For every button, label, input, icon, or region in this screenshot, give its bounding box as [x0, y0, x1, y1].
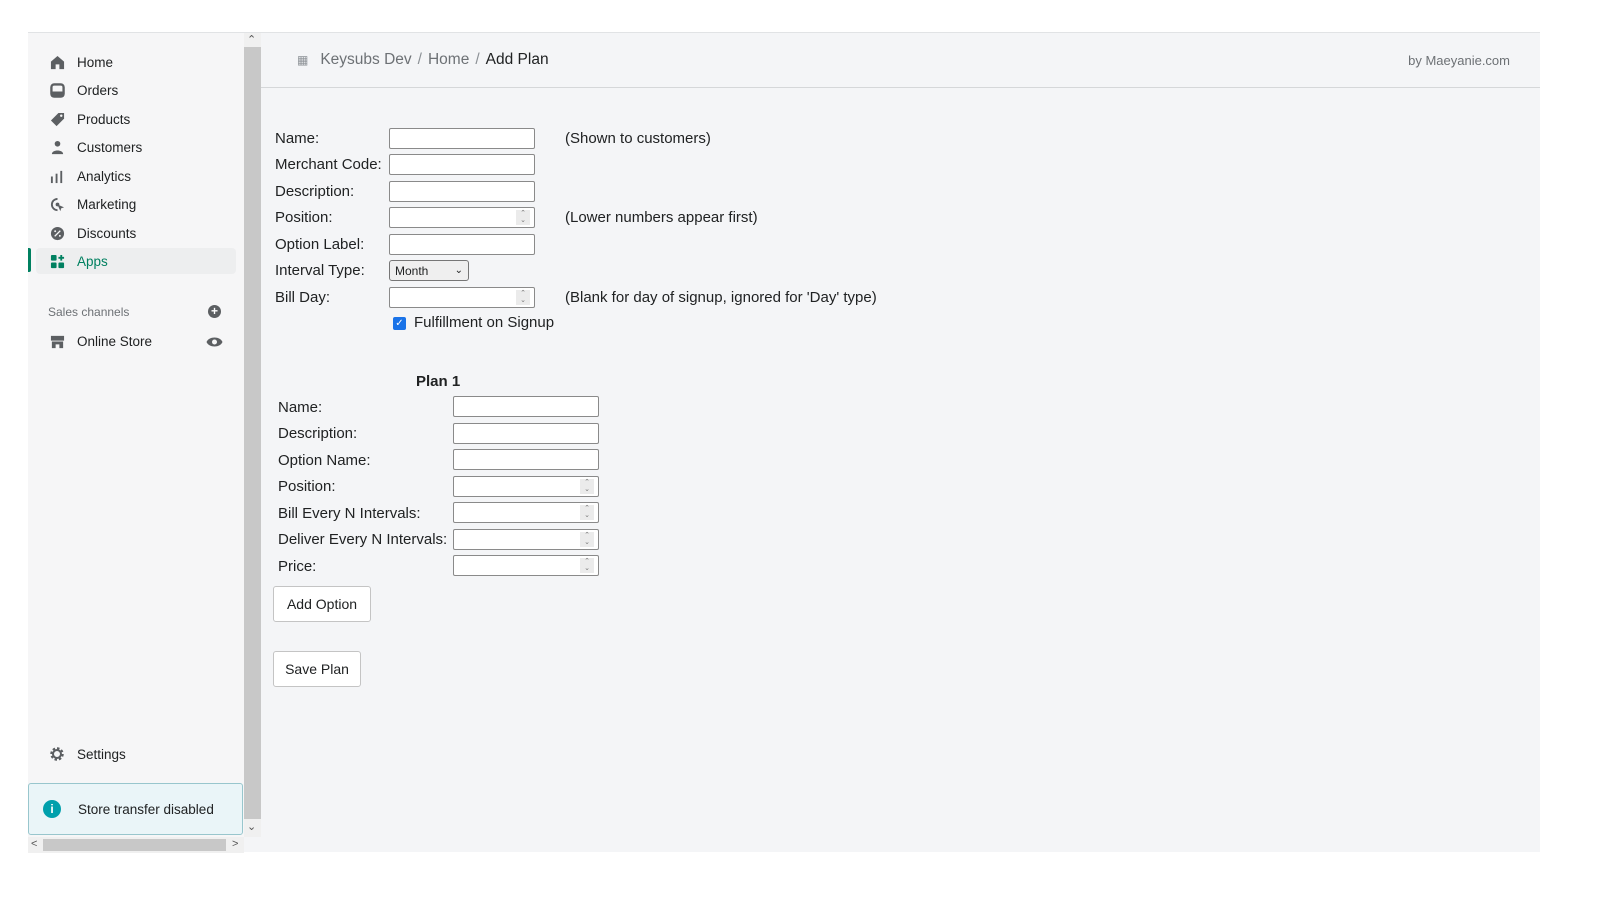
bill-day-hint: (Blank for day of signup, ignored for 'D… — [565, 289, 877, 306]
spinner-icon[interactable]: ⌃ ⌄ — [580, 558, 594, 573]
sidebar-item-discounts[interactable]: Discounts — [36, 220, 236, 246]
chevron-down-icon: ⌄ — [454, 265, 463, 276]
apps-grid-icon: ▦ — [297, 53, 309, 67]
sidebar-item-products[interactable]: Products — [36, 106, 236, 132]
label: Discounts — [77, 225, 137, 241]
bill-day-label: Bill Day: — [275, 289, 331, 306]
active-indicator — [28, 248, 31, 272]
plan-title: Plan 1 — [416, 373, 461, 390]
name-hint: (Shown to customers) — [565, 130, 711, 147]
position-hint: (Lower numbers appear first) — [565, 209, 758, 226]
spinner-icon[interactable]: ⌃ ⌄ — [580, 505, 594, 520]
apps-icon — [49, 253, 65, 269]
scroll-right-icon[interactable]: > — [232, 838, 238, 850]
price-label: Price: — [278, 558, 317, 575]
merchant-code-label: Merchant Code: — [275, 156, 382, 173]
label: Analytics — [77, 168, 132, 184]
info-icon: i — [43, 800, 61, 818]
eye-icon[interactable] — [206, 335, 223, 353]
interval-type-label: Interval Type: — [275, 262, 365, 279]
spinner-icon[interactable]: ⌃ ⌄ — [516, 210, 530, 225]
sidebar-item-apps[interactable]: Apps — [36, 248, 236, 274]
bill-every-input[interactable]: ⌃ ⌄ — [453, 502, 599, 523]
person-icon — [49, 139, 65, 155]
label: Orders — [77, 82, 119, 98]
selected-value: Month — [395, 263, 429, 278]
plan-name-label: Name: — [278, 399, 323, 416]
plan-option-name-label: Option Name: — [278, 452, 371, 469]
plan-position-input[interactable]: ⌃ ⌄ — [453, 476, 599, 497]
sidebar-item-orders[interactable]: Orders — [36, 77, 236, 103]
store-transfer-notice: i Store transfer disabled — [28, 783, 243, 835]
scroll-down-icon[interactable]: ⌄ — [247, 820, 256, 833]
bill-day-input[interactable]: ⌃ ⌄ — [389, 287, 535, 308]
sidebar-item-analytics[interactable]: Analytics — [36, 163, 236, 189]
sidebar-vertical-scrollbar[interactable]: ⌃ ⌄ — [244, 33, 261, 837]
bill-every-label: Bill Every N Intervals: — [278, 505, 421, 522]
label: Customers — [77, 139, 143, 155]
plan-description-input[interactable] — [453, 423, 599, 444]
plan-description-label: Description: — [278, 425, 358, 442]
sidebar-item-settings[interactable]: Settings — [36, 741, 236, 767]
name-label: Name: — [275, 130, 320, 147]
spinner-icon[interactable]: ⌃ ⌄ — [580, 532, 594, 547]
breadcrumb-current: Add Plan — [485, 51, 549, 68]
plan-position-label: Position: — [278, 478, 336, 495]
position-input[interactable]: ⌃ ⌄ — [389, 207, 535, 228]
name-input[interactable] — [389, 128, 535, 149]
tag-icon — [49, 111, 65, 127]
label: Settings — [77, 746, 126, 762]
scroll-up-icon[interactable]: ⌃ — [247, 33, 256, 46]
app-frame: Home Orders Products Customers Analytics… — [28, 32, 1540, 853]
notice-text: Store transfer disabled — [78, 801, 214, 817]
label: Apps — [77, 253, 108, 269]
option-label-input[interactable] — [389, 234, 535, 255]
sales-channels-heading: Sales channels — [48, 305, 130, 319]
fulfillment-label[interactable]: Fulfillment on Signup — [414, 314, 554, 331]
merchant-code-input[interactable] — [389, 154, 535, 175]
deliver-every-input[interactable]: ⌃ ⌄ — [453, 529, 599, 550]
description-label: Description: — [275, 183, 355, 200]
scroll-thumb[interactable] — [43, 839, 226, 851]
fulfillment-checkbox[interactable]: ✓ — [393, 317, 406, 330]
spinner-icon[interactable]: ⌃ ⌄ — [516, 290, 530, 305]
discount-icon — [49, 225, 65, 241]
position-label: Position: — [275, 209, 333, 226]
description-input[interactable] — [389, 181, 535, 202]
spinner-icon[interactable]: ⌃ ⌄ — [580, 479, 594, 494]
sidebar: Home Orders Products Customers Analytics… — [28, 33, 244, 837]
label: Online Store — [77, 333, 153, 349]
header: ▦ Keysubs Dev / Home / Add Plan by Maeyani… — [261, 33, 1540, 88]
bar-chart-icon — [49, 168, 65, 184]
label: Products — [77, 111, 131, 127]
save-plan-button[interactable]: Save Plan — [273, 651, 361, 687]
marketing-icon — [49, 196, 65, 212]
plan-name-input[interactable] — [453, 396, 599, 417]
price-input[interactable]: ⌃ ⌄ — [453, 555, 599, 576]
label: Marketing — [77, 196, 137, 212]
deliver-every-label: Deliver Every N Intervals: — [278, 531, 448, 548]
scroll-thumb[interactable] — [244, 47, 261, 819]
option-label-label: Option Label: — [275, 236, 365, 253]
gear-icon — [49, 746, 65, 762]
home-icon — [49, 54, 65, 70]
breadcrumb-home[interactable]: Home — [428, 51, 469, 69]
plan-option-name-input[interactable] — [453, 449, 599, 470]
orders-icon — [49, 82, 65, 98]
breadcrumb: ▦ Keysubs Dev / Home / Add Plan — [297, 51, 549, 69]
store-icon — [49, 333, 65, 349]
add-option-button[interactable]: Add Option — [273, 586, 371, 622]
sidebar-item-home[interactable]: Home — [36, 49, 236, 75]
scroll-left-icon[interactable]: < — [31, 838, 37, 850]
sidebar-item-marketing[interactable]: Marketing — [36, 191, 236, 217]
sidebar-item-customers[interactable]: Customers — [36, 134, 236, 160]
interval-type-select[interactable]: Month ⌄ — [389, 260, 469, 281]
add-channel-icon[interactable]: + — [208, 305, 221, 318]
byline[interactable]: by Maeyanie.com — [1408, 53, 1510, 68]
label: Home — [77, 54, 114, 70]
breadcrumb-store[interactable]: Keysubs Dev — [320, 51, 411, 69]
sidebar-horizontal-scrollbar[interactable]: < > — [28, 837, 244, 853]
